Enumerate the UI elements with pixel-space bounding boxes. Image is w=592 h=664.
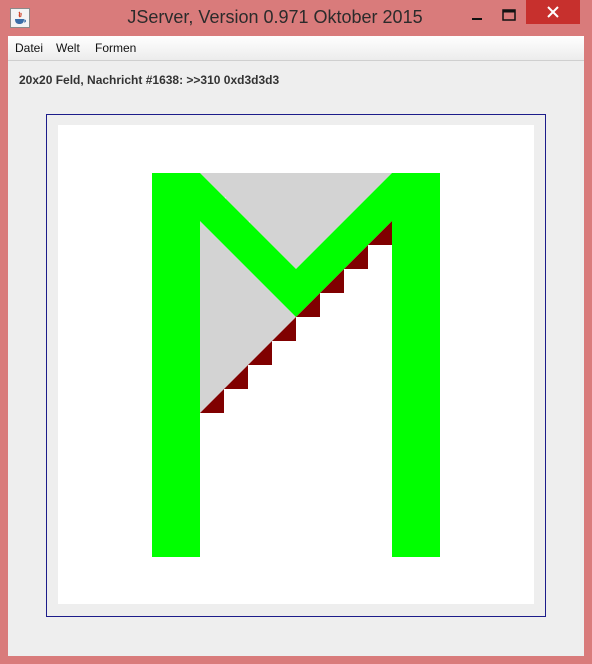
minimize-icon	[472, 18, 482, 20]
minimize-button[interactable]	[462, 0, 492, 30]
close-icon	[547, 6, 559, 18]
window-content: Datei Welt Formen 20x20 Feld, Nachricht …	[8, 36, 584, 656]
status-message: 20x20 Feld, Nachricht #1638: >>310 0xd3d…	[19, 73, 280, 87]
menu-datei[interactable]: Datei	[15, 41, 43, 55]
maximize-icon	[502, 9, 516, 21]
title-bar[interactable]: JServer, Version 0.971 Oktober 2015	[0, 0, 592, 36]
menu-welt[interactable]: Welt	[56, 41, 80, 55]
maximize-button[interactable]	[494, 0, 524, 30]
window-title: JServer, Version 0.971 Oktober 2015	[127, 7, 423, 27]
application-window: JServer, Version 0.971 Oktober 2015 Date…	[0, 0, 592, 664]
menu-formen[interactable]: Formen	[95, 41, 136, 55]
java-icon[interactable]	[10, 8, 30, 28]
game-board[interactable]	[58, 125, 534, 604]
close-button[interactable]	[526, 0, 580, 24]
menu-bar: Datei Welt Formen	[8, 36, 584, 61]
board-frame	[46, 114, 546, 617]
